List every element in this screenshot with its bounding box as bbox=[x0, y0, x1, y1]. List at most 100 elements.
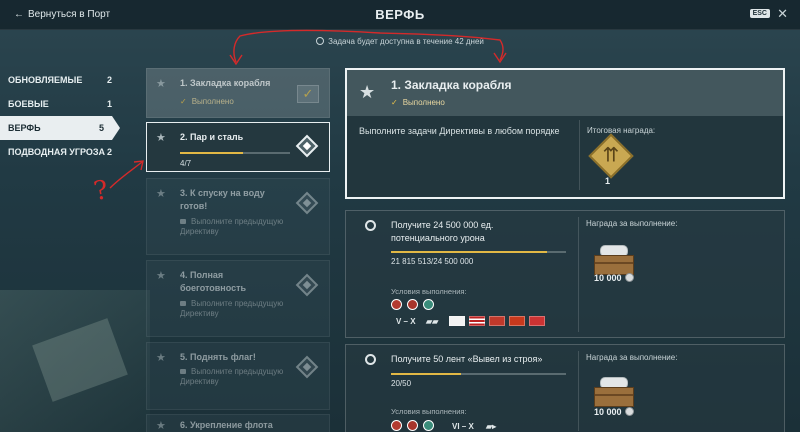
directive-name: 6. Укрепление флота bbox=[180, 420, 273, 430]
battleship-class-icon bbox=[423, 299, 434, 310]
clock-icon bbox=[316, 37, 325, 45]
directive-progress-text: 4/7 bbox=[180, 159, 192, 168]
ussr-flag-icon bbox=[489, 316, 505, 326]
directive-item-1[interactable]: ★ 1. Закладка корабля ✓ Выполнено ✓ bbox=[146, 68, 330, 118]
task-progress-fill bbox=[391, 251, 547, 253]
annotation-arrow-line bbox=[233, 29, 504, 63]
credits-icon bbox=[624, 407, 634, 416]
nav-item-label: БОЕВЫЕ bbox=[8, 99, 49, 109]
directive-detail-status-text: Выполнено bbox=[402, 98, 445, 107]
japan-flag-icon bbox=[449, 316, 465, 326]
credits-amount: 10 000 bbox=[594, 407, 622, 417]
lock-text: Выполните предыдущую Директиву bbox=[180, 367, 284, 386]
nav-item-label: ОБНОВЛЯЕМЫЕ bbox=[8, 75, 83, 85]
directive-item-2[interactable]: ★ 2. Пар и сталь 4/7 bbox=[146, 122, 330, 172]
ship-type-icon: ▰▰ bbox=[426, 317, 439, 326]
star-icon: ★ bbox=[156, 78, 166, 90]
diamond-icon bbox=[295, 191, 319, 215]
task-status-circle-icon[interactable] bbox=[365, 354, 376, 365]
task-progress-bar bbox=[391, 373, 566, 375]
task-tier-range: VI – X bbox=[452, 422, 474, 431]
directive-name: 4. Полная боеготовность bbox=[180, 270, 247, 293]
nav-item-label: ВЕРФЬ bbox=[8, 123, 41, 133]
emblem-reward-icon[interactable] bbox=[588, 133, 634, 179]
cruiser-class-icon bbox=[407, 420, 418, 431]
lock-icon bbox=[180, 219, 186, 224]
star-icon: ★ bbox=[359, 82, 376, 102]
nav-item-count: 1 bbox=[106, 99, 112, 109]
directive-lock-note: Выполните предыдущую Директиву bbox=[180, 367, 300, 387]
usa-flag-icon bbox=[469, 316, 485, 326]
task-name: Получите 50 лент «Вывел из строя» bbox=[391, 354, 543, 364]
directive-status: ✓ Выполнено bbox=[180, 97, 234, 106]
directive-item-3[interactable]: ★ 3. К спуску на воду готов! Выполните п… bbox=[146, 178, 330, 255]
final-reward-label: Итоговая награда: bbox=[587, 126, 656, 135]
close-icon[interactable]: ✕ bbox=[777, 6, 788, 22]
annotation-pointer-head bbox=[133, 160, 144, 171]
destroyer-class-icon bbox=[391, 420, 402, 431]
cruiser-class-icon bbox=[407, 299, 418, 310]
esc-key-hint: ESC bbox=[749, 9, 770, 18]
ship-type-icon: ▰▸ bbox=[486, 422, 497, 431]
task-status-circle-icon[interactable] bbox=[365, 220, 376, 231]
directive-name: 2. Пар и сталь bbox=[180, 132, 244, 142]
page-title: ВЕРФЬ bbox=[375, 7, 425, 22]
task-reward-label: Награда за выполнение: bbox=[586, 353, 678, 362]
task-name: Получите 24 500 000 ед. потенциального у… bbox=[391, 220, 494, 243]
task-card-2: Получите 50 лент «Вывел из строя» 20/50 … bbox=[345, 344, 785, 432]
task-card-1: Получите 24 500 000 ед. потенциального у… bbox=[345, 210, 785, 338]
annotation-question-mark: ? bbox=[91, 175, 111, 207]
directive-status-text: Выполнено bbox=[191, 97, 234, 106]
task-reward-credits: 10 000 bbox=[594, 407, 634, 417]
destroyer-class-icon bbox=[391, 299, 402, 310]
annotation-arrowhead-right bbox=[493, 52, 507, 64]
annotation-arrowhead-left bbox=[229, 54, 243, 66]
checkmark-icon: ✓ bbox=[180, 97, 187, 106]
divider bbox=[578, 351, 579, 431]
category-nav: ОБНОВЛЯЕМЫЕ 2 БОЕВЫЕ 1 ВЕРФЬ 5 ПОДВОДНАЯ… bbox=[0, 68, 120, 164]
directive-progress-fill bbox=[180, 152, 243, 154]
directive-item-6[interactable]: ★ 6. Укрепление флота bbox=[146, 414, 330, 432]
directive-progress-bar bbox=[180, 152, 290, 154]
nav-item-submarine-threat[interactable]: ПОДВОДНАЯ УГРОЗА 2 bbox=[0, 140, 120, 164]
directive-name: 1. Закладка корабля bbox=[180, 78, 271, 88]
lock-icon bbox=[180, 369, 186, 374]
divider bbox=[578, 217, 579, 332]
nav-item-label: ПОДВОДНАЯ УГРОЗА bbox=[8, 147, 106, 157]
diamond-icon bbox=[295, 273, 319, 297]
star-icon: ★ bbox=[156, 132, 166, 144]
credits-icon bbox=[624, 273, 634, 282]
top-bar: ← Вернуться в Порт ВЕРФЬ ESC ✕ bbox=[0, 0, 800, 30]
lock-text: Выполните предыдущую Директиву bbox=[180, 217, 284, 236]
directive-description: Выполните задачи Директивы в любом поряд… bbox=[359, 126, 560, 136]
battleship-class-icon bbox=[423, 420, 434, 431]
nav-item-combat[interactable]: БОЕВЫЕ 1 bbox=[0, 92, 120, 116]
directive-detail-title: 1. Закладка корабля bbox=[391, 78, 512, 92]
directive-detail-header bbox=[347, 70, 783, 116]
directive-detail-status: ✓ Выполнено bbox=[391, 98, 445, 107]
timer-text: Задача будет доступна в течение 42 дней bbox=[328, 37, 484, 46]
directive-item-5[interactable]: ★ 5. Поднять флаг! Выполните предыдущую … bbox=[146, 342, 330, 410]
checkmark-icon: ✓ bbox=[391, 98, 398, 107]
lock-icon bbox=[180, 301, 186, 306]
directive-item-4[interactable]: ★ 4. Полная боеготовность Выполните пред… bbox=[146, 260, 330, 337]
nav-item-count: 2 bbox=[106, 147, 112, 157]
china-flag-icon bbox=[509, 316, 525, 326]
nav-item-updatable[interactable]: ОБНОВЛЯЕМЫЕ 2 bbox=[0, 68, 120, 92]
availability-timer: Задача будет доступна в течение 42 дней bbox=[0, 37, 800, 46]
task-progress-text: 21 815 513/24 500 000 bbox=[391, 257, 474, 266]
task-reward-label: Награда за выполнение: bbox=[586, 219, 678, 228]
nav-item-count: 5 bbox=[98, 123, 104, 133]
task-progress-fill bbox=[391, 373, 461, 375]
task-progress-bar bbox=[391, 251, 566, 253]
task-conditions-label: Условия выполнения: bbox=[391, 407, 467, 416]
task-reward-credits: 10 000 bbox=[594, 273, 634, 283]
nav-item-count: 2 bbox=[106, 75, 112, 85]
diamond-icon bbox=[295, 134, 319, 158]
star-icon: ★ bbox=[156, 420, 166, 432]
nav-item-shipyard[interactable]: ВЕРФЬ 5 bbox=[0, 116, 120, 140]
completed-checkbox-icon: ✓ bbox=[297, 85, 319, 103]
star-icon: ★ bbox=[156, 188, 166, 200]
credits-amount: 10 000 bbox=[594, 273, 622, 283]
divider bbox=[579, 120, 580, 190]
